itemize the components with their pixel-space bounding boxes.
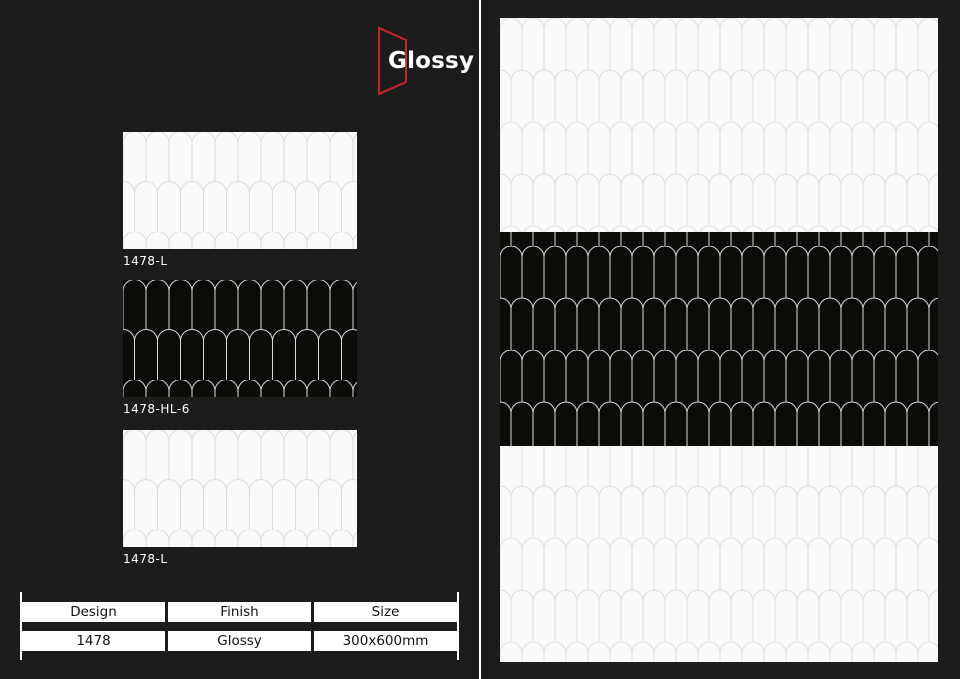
white-tile-area-bottom (500, 446, 938, 662)
table-border (457, 592, 459, 660)
value-design: 1478 (22, 631, 165, 651)
page-divider (479, 0, 481, 679)
black-highlight-band (500, 232, 938, 446)
white-tile-area-top (500, 18, 938, 232)
header-finish: Finish (168, 602, 311, 622)
spec-table: Design Finish Size 1478 Glossy 300x600mm (20, 592, 460, 660)
header-size: Size (314, 602, 457, 622)
tile-image-1478-l (123, 430, 357, 547)
finish-logo-text: Glossy (388, 48, 475, 74)
tile-code-label: 1478-HL-6 (123, 402, 190, 416)
tile-code-label: 1478-L (123, 552, 168, 566)
tile-image-1478-hl-6 (123, 280, 357, 397)
tile-code-label: 1478-L (123, 254, 168, 268)
tile-image-1478-l (123, 132, 357, 249)
header-design: Design (22, 602, 165, 622)
value-size: 300x600mm (314, 631, 457, 651)
room-tile-layout-preview (500, 18, 938, 662)
value-finish: Glossy (168, 631, 311, 651)
